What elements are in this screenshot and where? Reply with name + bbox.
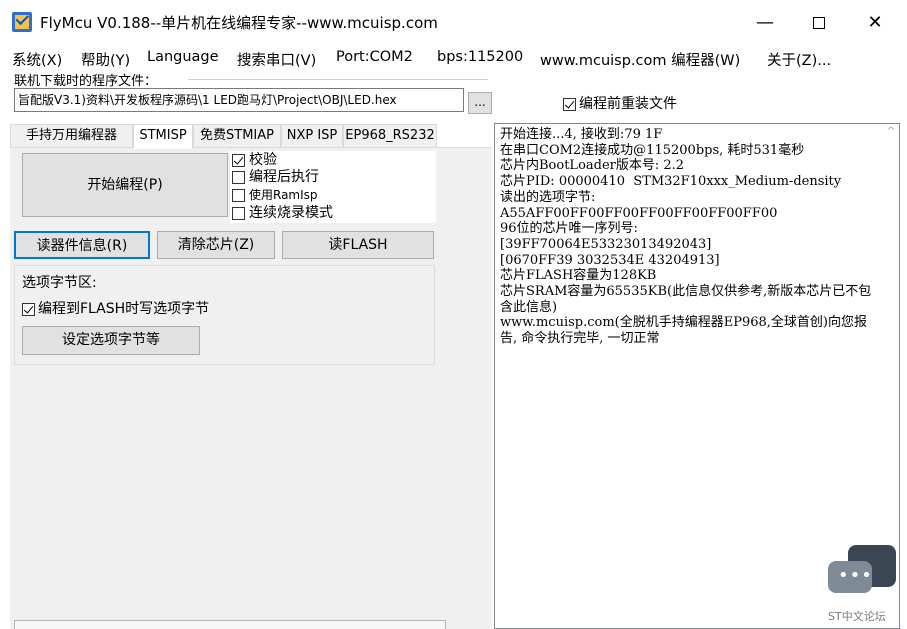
close-button[interactable]: ✕ [852,8,898,38]
menu-bar: 系统(X) 帮助(Y) Language 搜索串口(V) Port:COM2 b… [0,46,907,70]
app-icon [12,12,32,32]
verify-checkbox[interactable]: 校验 [232,153,277,168]
menu-port[interactable]: Port:COM2 [336,49,413,65]
tab-stmisp[interactable]: STMISP [133,124,193,149]
log-line: 芯片PID: 00000410 STM32F10xxx_Medium-densi… [500,174,842,190]
maximize-icon [813,17,825,29]
use-ramisp-checkbox[interactable]: 使用RamIsp [232,188,318,203]
erase-chip-button[interactable]: 清除芯片(Z) [157,231,275,259]
minimize-button[interactable]: — [742,8,788,38]
set-option-bytes-button[interactable]: 设定选项字节等 [22,326,200,355]
reload-label: 编程前重装文件 [579,96,677,112]
dots-icon: ••• [838,565,873,586]
menu-help[interactable]: 帮助(Y) [81,49,130,70]
menu-programmer[interactable]: www.mcuisp.com 编程器(W) [540,49,740,70]
read-flash-button[interactable]: 读FLASH [282,231,434,259]
log-line: 芯片SRAM容量为65535KB(此信息仅供参考,新版本芯片已不包含此信息) [500,284,872,315]
write-option-label: 编程到FLASH时写选项字节 [38,301,210,317]
checkbox-icon [232,153,245,167]
log-line: 在串口COM2连接成功@115200bps, 耗时531毫秒 [500,142,805,158]
read-device-info-button[interactable]: 读器件信息(R) [14,231,150,259]
title-bar: FlyMcu V0.188--单片机在线编程专家--www.mcuisp.com… [0,0,907,46]
log-line: 芯片FLASH容量为128KB [500,268,657,284]
file-path-input[interactable]: 旨配版V3.1)资料\开发板程序源码\1 LED跑马灯\Project\OBJ\… [14,88,464,112]
log-text: 开始连接...4, 接收到:79 1F 在串口COM2连接成功@115200bp… [500,127,878,347]
checkbox-icon [232,206,245,220]
group-divider [188,79,488,80]
log-line: [39FF70064E53323013492043] [500,236,712,252]
browse-button[interactable]: ... [468,92,492,114]
tab-nxp-isp[interactable]: NXP ISP [281,124,343,148]
log-line: www.mcuisp.com(全脱机手持编程器EP968,全球首创)向您报告, … [500,315,867,347]
log-line: A55AFF00FF00FF00FF00FF00FF00FF00 [500,205,778,221]
status-strip [14,620,446,629]
scroll-up-icon[interactable]: ^ [884,126,898,140]
option-byte-title: 选项字节区: [22,275,97,291]
menu-about[interactable]: 关于(Z)... [767,49,831,70]
start-program-button[interactable]: 开始编程(P) [22,153,228,217]
verify-label: 校验 [249,152,277,168]
menu-search-port[interactable]: 搜索串口(V) [237,49,316,70]
tab-stmiap[interactable]: 免费STMIAP [193,124,281,148]
continuous-burn-checkbox[interactable]: 连续烧录模式 [232,206,333,221]
checkbox-icon [232,170,245,184]
run-after-label: 编程后执行 [249,169,319,185]
window-title: FlyMcu V0.188--单片机在线编程专家--www.mcuisp.com [40,14,438,32]
menu-system[interactable]: 系统(X) [12,49,62,70]
log-line: 读出的选项字节: [500,189,596,205]
checkbox-icon [232,188,245,202]
continuous-label: 连续烧录模式 [249,205,333,221]
menu-language[interactable]: Language [147,49,219,65]
maximize-button[interactable] [796,8,842,38]
menu-bps[interactable]: bps:115200 [437,49,523,65]
tab-handheld-programmer[interactable]: 手持万用编程器 [10,124,133,148]
ramisp-label: 使用RamIsp [249,188,318,202]
write-option-bytes-checkbox[interactable]: 编程到FLASH时写选项字节 [22,298,209,318]
log-line: 开始连接...4, 接收到:79 1F [500,127,663,142]
tab-ep968[interactable]: EP968_RS232 [343,124,437,148]
log-line: [0670FF39 3032534E 43204913] [500,252,720,268]
forum-logo: ••• [826,545,900,607]
checkbox-icon [22,302,35,316]
watermark-text: ST中文论坛 [828,610,886,623]
reload-before-program-checkbox[interactable]: 编程前重装文件 [563,93,677,113]
log-line: 96位的芯片唯一序列号: [500,221,638,237]
file-label: 联机下载时的程序文件： [14,74,158,89]
checkbox-icon [563,97,576,111]
run-after-program-checkbox[interactable]: 编程后执行 [232,170,319,185]
log-line: 芯片内BootLoader版本号: 2.2 [500,158,685,174]
